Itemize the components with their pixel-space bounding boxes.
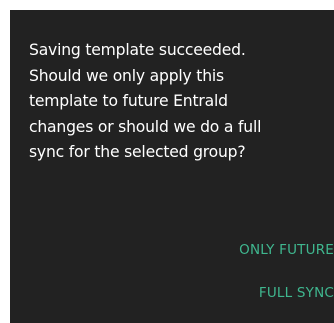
dialog-message-line: Should we only apply this bbox=[29, 66, 224, 85]
dialog-message-line: Saving template succeeded. bbox=[29, 41, 246, 59]
full-sync-button[interactable]: FULL SYNC bbox=[259, 285, 334, 301]
dialog-message: Saving template succeeded. Should we onl… bbox=[29, 38, 329, 166]
only-future-button[interactable]: ONLY FUTURE bbox=[239, 242, 334, 258]
sync-confirmation-dialog: Saving template succeeded. Should we onl… bbox=[10, 10, 334, 323]
dialog-message-line: sync for the selected group? bbox=[29, 143, 246, 162]
dialog-message-line: template to future Entrald bbox=[29, 92, 228, 111]
dialog-message-line: changes or should we do a full bbox=[29, 117, 262, 136]
